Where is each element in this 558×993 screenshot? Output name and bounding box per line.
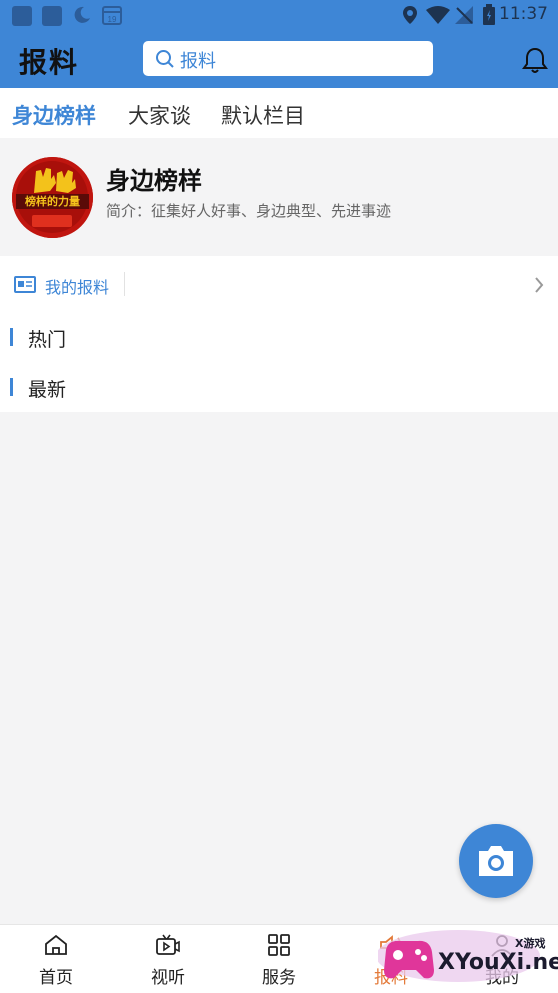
camera-button[interactable]	[459, 824, 533, 898]
section-label[interactable]: 最新	[28, 375, 66, 402]
search-icon	[156, 50, 174, 68]
location-icon	[403, 6, 417, 24]
search-placeholder[interactable]: 报料	[180, 47, 216, 73]
wifi-icon	[426, 6, 450, 24]
chevron-right-icon[interactable]	[533, 276, 545, 294]
section-marker	[10, 328, 13, 346]
section-latest[interactable]: 最新	[0, 362, 558, 412]
moon-icon	[74, 6, 90, 23]
nav-home[interactable]: 首页	[0, 925, 112, 993]
channel-description: 简介：征集好人好事、身边典型、先进事迹	[106, 202, 392, 220]
my-report-label[interactable]: 我的报料	[45, 274, 109, 298]
divider	[124, 272, 125, 296]
watermark-small-text: X游戏	[515, 937, 546, 950]
tab-shenbian-bangyang[interactable]: 身边榜样	[12, 100, 96, 130]
bell-icon[interactable]	[522, 46, 548, 74]
video-icon	[156, 934, 180, 955]
status-time: 11:37	[499, 4, 548, 24]
tab-dajia-tan[interactable]: 大家谈	[128, 100, 191, 130]
grid-icon	[268, 934, 290, 956]
nav-label: 首页	[39, 968, 73, 988]
no-signal-icon	[455, 6, 473, 24]
search-bar[interactable]: 报料	[143, 41, 433, 76]
section-list: 热门 最新	[0, 312, 558, 412]
svg-text:19: 19	[108, 15, 117, 24]
news-icon	[14, 276, 36, 293]
nav-label: 视听	[151, 968, 185, 988]
home-icon	[45, 934, 67, 955]
my-report-row[interactable]: 我的报料	[0, 256, 558, 312]
watermark: XYouXi.net X游戏	[378, 928, 558, 992]
camera-icon	[479, 846, 513, 876]
section-hot[interactable]: 热门	[0, 312, 558, 362]
section-marker	[10, 378, 13, 396]
battery-icon	[483, 4, 495, 25]
nav-label: 服务	[262, 968, 296, 988]
notification-icon	[42, 6, 62, 26]
watermark-text: XYouXi.net	[438, 950, 558, 975]
tab-default-column[interactable]: 默认栏目	[221, 100, 305, 130]
calendar-icon: 19	[102, 6, 122, 25]
status-bar: 19 11:37	[0, 0, 558, 30]
avatar-label: 榜样的力量	[25, 195, 80, 208]
page-title: 报料	[19, 46, 80, 79]
channel-card: 榜样的力量 身边榜样 简介：征集好人好事、身边典型、先进事迹	[0, 138, 558, 256]
channel-title: 身边榜样	[106, 167, 202, 195]
nav-video[interactable]: 视听	[112, 925, 224, 993]
app-bar: 报料 报料	[0, 30, 558, 88]
channel-avatar: 榜样的力量	[12, 157, 93, 238]
category-tabs: 身边榜样 大家谈 默认栏目	[0, 88, 558, 138]
notification-icon	[12, 6, 32, 26]
section-label[interactable]: 热门	[28, 325, 66, 352]
nav-services[interactable]: 服务	[223, 925, 335, 993]
